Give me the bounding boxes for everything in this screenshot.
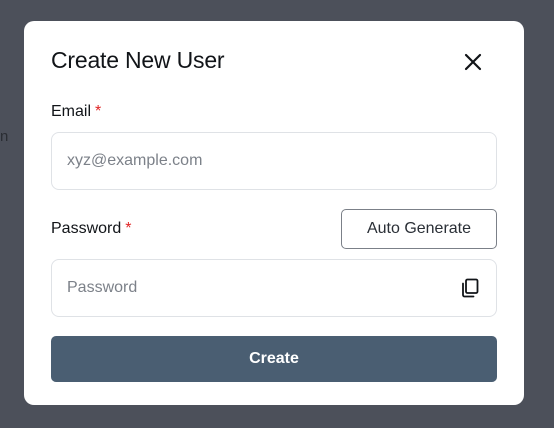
close-button[interactable] <box>462 51 484 73</box>
copy-button[interactable] <box>459 277 481 299</box>
email-label-text: Email <box>51 103 92 120</box>
email-required-marker: * <box>95 103 102 120</box>
backdrop-partial-text: n <box>0 128 9 145</box>
email-input[interactable] <box>67 133 447 189</box>
email-label: Email * <box>51 103 101 121</box>
password-input[interactable] <box>67 260 447 316</box>
password-label: Password * <box>51 220 131 238</box>
password-required-marker: * <box>125 220 132 237</box>
dialog-title: Create New User <box>51 47 225 73</box>
close-icon <box>464 53 482 71</box>
create-button[interactable]: Create <box>51 336 497 382</box>
create-user-dialog: Create New User Email* Password* Auto Ge… <box>24 21 524 405</box>
auto-generate-button[interactable]: Auto Generate <box>341 209 497 249</box>
password-field-container <box>51 259 497 317</box>
password-label-text: Password <box>51 220 122 237</box>
copy-icon <box>462 278 479 298</box>
email-field-container <box>51 132 497 190</box>
